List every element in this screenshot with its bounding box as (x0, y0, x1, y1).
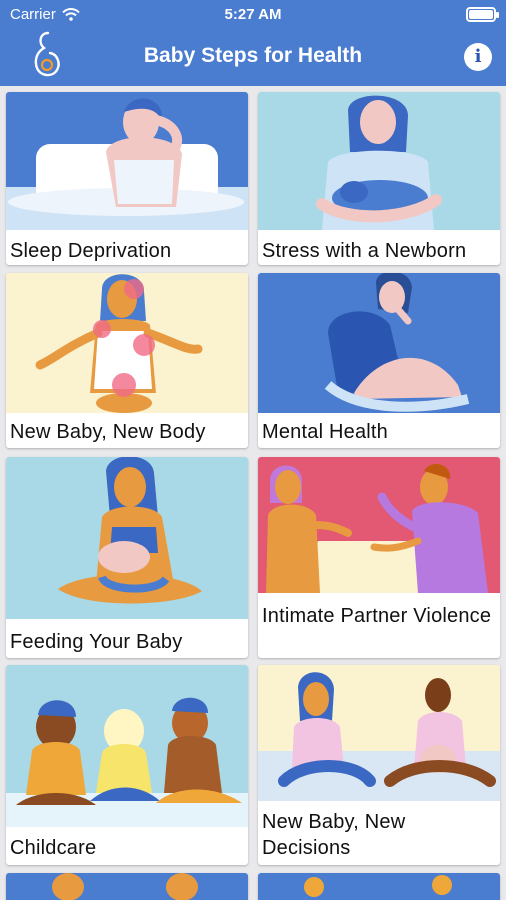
page-title: Baby Steps for Health (143, 44, 363, 67)
battery-icon (466, 7, 499, 22)
topic-grid: Sleep Deprivation Stress with a Newborn (0, 86, 506, 900)
topic-card-sleep-deprivation[interactable]: Sleep Deprivation (6, 92, 248, 265)
new-body-illustration (6, 273, 248, 413)
stress-newborn-illustration (258, 92, 500, 230)
topic-label: New Baby, New Decisions (262, 811, 406, 859)
topic-card-stress-with-a-newborn[interactable]: Stress with a Newborn (258, 92, 500, 265)
topic-label: New Baby, New Body (10, 421, 206, 443)
topic-card-mental-health[interactable]: Mental Health (258, 273, 500, 448)
new-decisions-illustration (258, 665, 500, 801)
topic-label: Stress with a Newborn (262, 240, 467, 262)
info-icon: i (474, 46, 482, 67)
partial-illustration-right (258, 873, 500, 900)
topic-card-feeding-your-baby[interactable]: Feeding Your Baby (6, 457, 248, 658)
childcare-illustration (6, 665, 248, 827)
topic-card-new-baby-new-decisions[interactable]: New Baby, New Decisions (258, 665, 500, 865)
status-bar: Carrier 5:27 AM (0, 0, 506, 30)
topic-card-partial-right[interactable] (258, 873, 500, 900)
partner-violence-illustration (258, 457, 500, 593)
topic-label: Childcare (10, 837, 97, 859)
topic-card-intimate-partner-violence[interactable]: Intimate Partner Violence (258, 457, 500, 658)
nav-header: Carrier 5:27 AM Baby Steps for Health i (0, 0, 506, 86)
topic-card-new-baby-new-body[interactable]: New Baby, New Body (6, 273, 248, 448)
partial-illustration-left (6, 873, 248, 900)
topic-label: Mental Health (262, 421, 388, 443)
topic-label: Sleep Deprivation (10, 240, 172, 262)
info-button[interactable]: i (464, 43, 492, 71)
feeding-baby-illustration (6, 457, 248, 619)
topic-label: Intimate Partner Violence (262, 605, 492, 627)
topic-label: Feeding Your Baby (10, 631, 183, 653)
mental-health-illustration (258, 273, 500, 413)
topic-card-partial-left[interactable] (6, 873, 248, 900)
topic-card-childcare[interactable]: Childcare (6, 665, 248, 865)
clock: 5:27 AM (224, 6, 282, 23)
sleep-deprivation-illustration (6, 92, 248, 230)
